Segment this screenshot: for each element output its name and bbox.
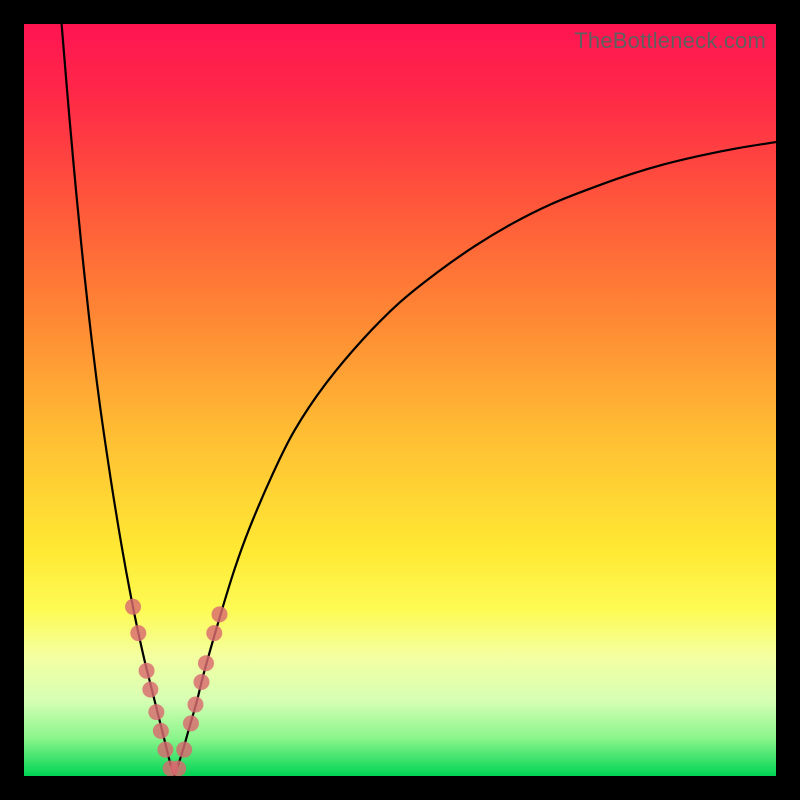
watermark-text: TheBottleneck.com — [574, 28, 766, 54]
left-branch-curve — [62, 24, 175, 776]
marker-dot — [193, 674, 209, 690]
plot-area: TheBottleneck.com — [24, 24, 776, 776]
marker-dot — [125, 599, 141, 615]
marker-dot — [139, 663, 155, 679]
marker-dot — [142, 682, 158, 698]
marker-dot — [148, 704, 164, 720]
marker-dot — [198, 655, 214, 671]
right-branch-curve — [174, 142, 776, 776]
marker-dots — [125, 599, 227, 776]
marker-dot — [212, 606, 228, 622]
marker-dot — [176, 742, 192, 758]
marker-dot — [170, 760, 186, 776]
marker-dot — [187, 697, 203, 713]
marker-dot — [130, 625, 146, 641]
marker-dot — [157, 742, 173, 758]
marker-dot — [206, 625, 222, 641]
curves-layer — [24, 24, 776, 776]
marker-dot — [153, 723, 169, 739]
outer-frame: TheBottleneck.com — [0, 0, 800, 800]
marker-dot — [183, 715, 199, 731]
